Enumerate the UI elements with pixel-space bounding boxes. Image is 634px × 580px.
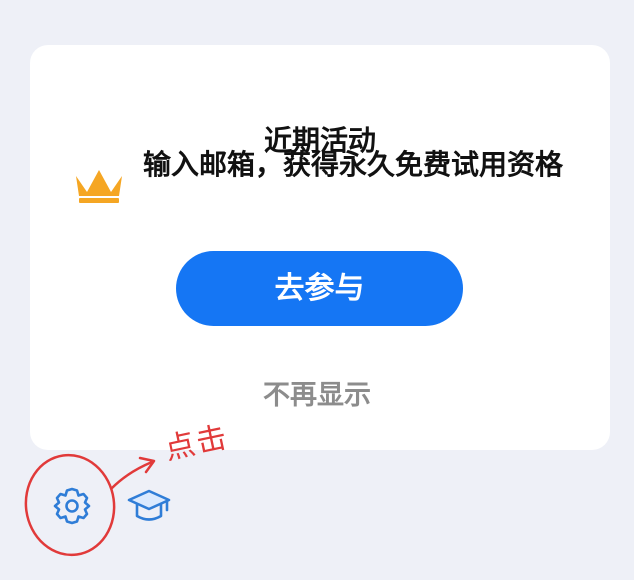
gear-icon[interactable]: [52, 486, 92, 526]
page: 近期活动 输入邮箱，获得永久免费试用资格 去参与 不再显示 点击: [0, 0, 634, 580]
crown-icon: [76, 170, 122, 203]
graduation-cap-icon[interactable]: [126, 486, 172, 526]
annotation-arrowhead: [138, 456, 156, 474]
join-button[interactable]: 去参与: [176, 251, 463, 326]
annotation-arrow: [110, 460, 154, 490]
promo-row: 输入邮箱，获得永久免费试用资格: [74, 146, 574, 226]
dont-show-again-link[interactable]: 不再显示: [0, 373, 634, 412]
promo-text: 输入邮箱，获得永久免费试用资格: [142, 148, 563, 181]
